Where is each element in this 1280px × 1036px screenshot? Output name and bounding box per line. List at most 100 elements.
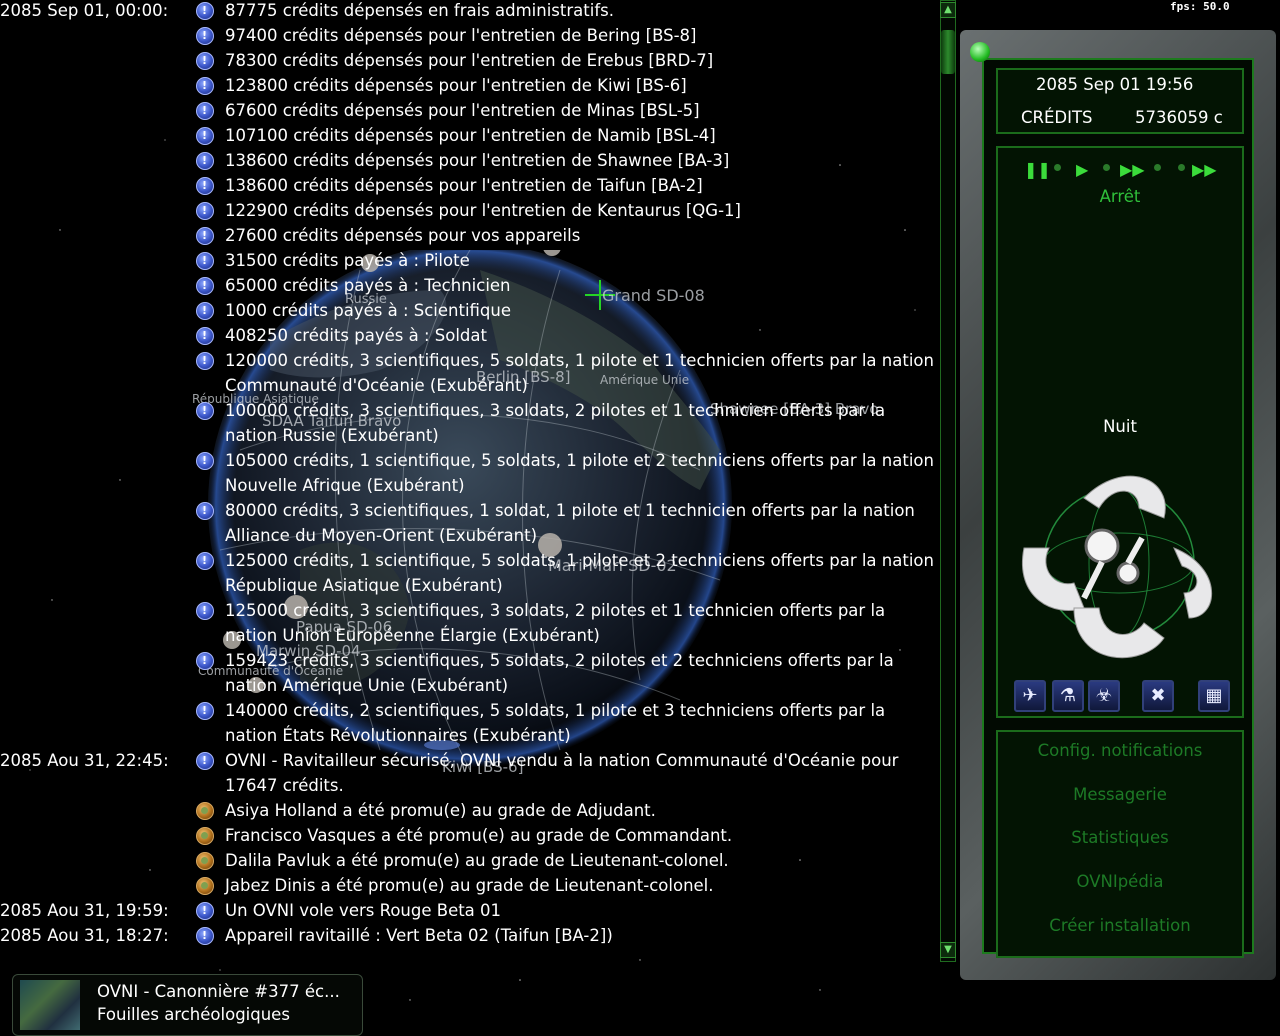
log-message[interactable]: 123800 crédits dépensés pour l'entretien… xyxy=(0,75,935,100)
fps-counter: fps: 50.0 xyxy=(1170,0,1230,13)
log-message[interactable]: 2085 Aou 31, 22:45: OVNI - Ravitailleur s… xyxy=(0,750,935,800)
log-message[interactable]: 97400 crédits dépensés pour l'entretien … xyxy=(0,25,935,50)
info-icon xyxy=(196,902,214,920)
event-title: OVNI - Canonnière #377 éc... xyxy=(97,982,340,1001)
time-state-label: Arrêt xyxy=(1099,187,1141,206)
info-icon xyxy=(196,927,214,945)
promotion-icon xyxy=(196,852,214,870)
play-speed2-button-icon[interactable]: ▶▶ xyxy=(1120,160,1145,179)
message-text: 87775 crédits dépensés en frais administ… xyxy=(225,1,614,20)
log-message[interactable]: 120000 crédits, 3 scientifiques, 5 solda… xyxy=(0,350,935,400)
info-icon xyxy=(196,177,214,195)
status-led-icon xyxy=(970,42,990,62)
info-icon xyxy=(196,302,214,320)
pause-button-icon[interactable]: ❚❚ xyxy=(1024,160,1051,179)
log-message[interactable]: 105000 crédits, 1 scientifique, 5 soldat… xyxy=(0,450,935,500)
info-icon xyxy=(196,552,214,570)
bases-grid-icon[interactable]: ▦ xyxy=(1198,680,1230,712)
speed-dot-icon xyxy=(1103,164,1110,171)
info-icon xyxy=(196,402,214,420)
event-notification[interactable]: OVNI - Canonnière #377 éc... Fouilles ar… xyxy=(12,974,363,1036)
log-message[interactable]: 2085 Aou 31, 19:59: Un OVNI vole vers Rou… xyxy=(0,900,935,925)
log-message[interactable]: 78300 crédits dépensés pour l'entretien … xyxy=(0,50,935,75)
biohazard-icon[interactable]: ☣ xyxy=(1088,680,1120,712)
aircraft-icon[interactable]: ✈ xyxy=(1014,680,1046,712)
log-message[interactable]: 107100 crédits dépensés pour l'entretien… xyxy=(0,125,935,150)
info-icon xyxy=(196,702,214,720)
log-message[interactable]: 27600 crédits dépensés pour vos appareil… xyxy=(0,225,935,250)
log-message[interactable]: 65000 crédits payés à : Technicien xyxy=(0,275,935,300)
message-text: 159423 crédits, 3 scientifiques, 5 solda… xyxy=(225,651,894,695)
info-icon xyxy=(196,277,214,295)
message-date: 2085 Aou 31, 22:45: xyxy=(0,751,169,770)
message-text: Francisco Vasques a été promu(e) au grad… xyxy=(225,826,733,845)
info-icon xyxy=(196,252,214,270)
log-message[interactable]: 125000 crédits, 3 scientifiques, 3 solda… xyxy=(0,600,935,650)
info-icon xyxy=(196,752,214,770)
config-notifications-button[interactable]: Config. notifications xyxy=(996,741,1244,760)
daylight-label: Nuit xyxy=(1103,417,1137,436)
research-icon[interactable]: ⚗ xyxy=(1052,680,1084,712)
log-message[interactable]: 138600 crédits dépensés pour l'entretien… xyxy=(0,150,935,175)
message-date: 2085 Aou 31, 18:27: xyxy=(0,926,169,945)
log-message[interactable]: Jabez Dinis a été promu(e) au grade de L… xyxy=(0,875,935,900)
log-message[interactable]: 2085 Sep 01, 00:00: 87775 crédits dépensé… xyxy=(0,0,935,25)
message-text: 105000 crédits, 1 scientifique, 5 soldat… xyxy=(225,451,934,495)
log-message[interactable]: 122900 crédits dépensés pour l'entretien… xyxy=(0,200,935,225)
message-date: 2085 Aou 31, 19:59: xyxy=(0,901,169,920)
statistiques-button[interactable]: Statistiques xyxy=(996,828,1244,847)
log-message[interactable]: 80000 crédits, 3 scientifiques, 1 soldat… xyxy=(0,500,935,550)
log-message[interactable]: 31500 crédits payés à : Pilote xyxy=(0,250,935,275)
log-message[interactable]: 2085 Aou 31, 18:27: Appareil ravitaillé :… xyxy=(0,925,935,950)
info-icon xyxy=(196,152,214,170)
message-text: 100000 crédits, 3 scientifiques, 3 solda… xyxy=(225,401,886,445)
credits-value: 5736059 c xyxy=(1135,108,1223,127)
message-text: Asiya Holland a été promu(e) au grade de… xyxy=(225,801,656,820)
message-text: Dalila Pavluk a été promu(e) au grade de… xyxy=(225,851,729,870)
log-message[interactable]: Asiya Holland a été promu(e) au grade de… xyxy=(0,800,935,825)
message-text: 31500 crédits payés à : Pilote xyxy=(225,251,470,270)
log-message[interactable]: 408250 crédits payés à : Soldat xyxy=(0,325,935,350)
info-icon xyxy=(196,77,214,95)
log-message[interactable]: Dalila Pavluk a été promu(e) au grade de… xyxy=(0,850,935,875)
log-message[interactable]: 159423 crédits, 3 scientifiques, 5 solda… xyxy=(0,650,935,700)
log-message[interactable]: 125000 crédits, 1 scientifique, 5 soldat… xyxy=(0,550,935,600)
scroll-down-arrow-icon[interactable]: ▼ xyxy=(940,942,956,958)
message-text: 1000 crédits payés à : Scientifique xyxy=(225,301,512,320)
log-message[interactable]: Francisco Vasques a été promu(e) au grad… xyxy=(0,825,935,850)
message-log-scrollbar[interactable]: ▲ ▼ xyxy=(936,0,960,962)
info-icon xyxy=(196,502,214,520)
scroll-up-arrow-icon[interactable]: ▲ xyxy=(940,2,956,18)
play-speed3-button-icon[interactable]: ▶▶ xyxy=(1192,160,1217,179)
message-text: Un OVNI vole vers Rouge Beta 01 xyxy=(225,901,502,920)
message-text: 408250 crédits payés à : Soldat xyxy=(225,326,487,345)
info-icon xyxy=(196,202,214,220)
info-icon xyxy=(196,327,214,345)
log-message[interactable]: 1000 crédits payés à : Scientifique xyxy=(0,300,935,325)
log-message[interactable]: 138600 crédits dépensés pour l'entretien… xyxy=(0,175,935,200)
scrollbar-track[interactable] xyxy=(940,0,956,962)
message-text: 97400 crédits dépensés pour l'entretien … xyxy=(225,26,697,45)
log-message[interactable]: 100000 crédits, 3 scientifiques, 3 solda… xyxy=(0,400,935,450)
log-message[interactable]: 67600 crédits dépensés pour l'entretien … xyxy=(0,100,935,125)
message-date: 2085 Sep 01, 00:00: xyxy=(0,1,169,20)
messagerie-button[interactable]: Messagerie xyxy=(996,785,1244,804)
message-log[interactable]: 2085 Sep 01, 00:00: 87775 crédits dépensé… xyxy=(0,0,935,950)
info-icon xyxy=(196,602,214,620)
message-text: Appareil ravitaillé : Vert Beta 02 (Taif… xyxy=(225,926,613,945)
event-subtitle: Fouilles archéologiques xyxy=(97,1005,290,1024)
message-text: 138600 crédits dépensés pour l'entretien… xyxy=(225,176,703,195)
message-text: 80000 crédits, 3 scientifiques, 1 soldat… xyxy=(225,501,915,545)
log-message[interactable]: 140000 crédits, 2 scientifiques, 5 solda… xyxy=(0,700,935,750)
message-text: 120000 crédits, 3 scientifiques, 5 solda… xyxy=(225,351,934,395)
intercept-icon[interactable]: ✖ xyxy=(1142,680,1174,712)
creer-installation-button[interactable]: Créer installation xyxy=(996,916,1244,935)
speed-dot-icon xyxy=(1178,164,1185,171)
credits-label: CRÉDITS xyxy=(1021,108,1093,127)
ovnipedia-button[interactable]: OVNIpédia xyxy=(996,872,1244,891)
current-datetime: 2085 Sep 01 19:56 xyxy=(1036,75,1194,94)
promotion-icon xyxy=(196,802,214,820)
play-speed1-button-icon[interactable]: ▶ xyxy=(1076,160,1088,179)
scrollbar-thumb[interactable] xyxy=(941,30,955,74)
info-icon xyxy=(196,227,214,245)
